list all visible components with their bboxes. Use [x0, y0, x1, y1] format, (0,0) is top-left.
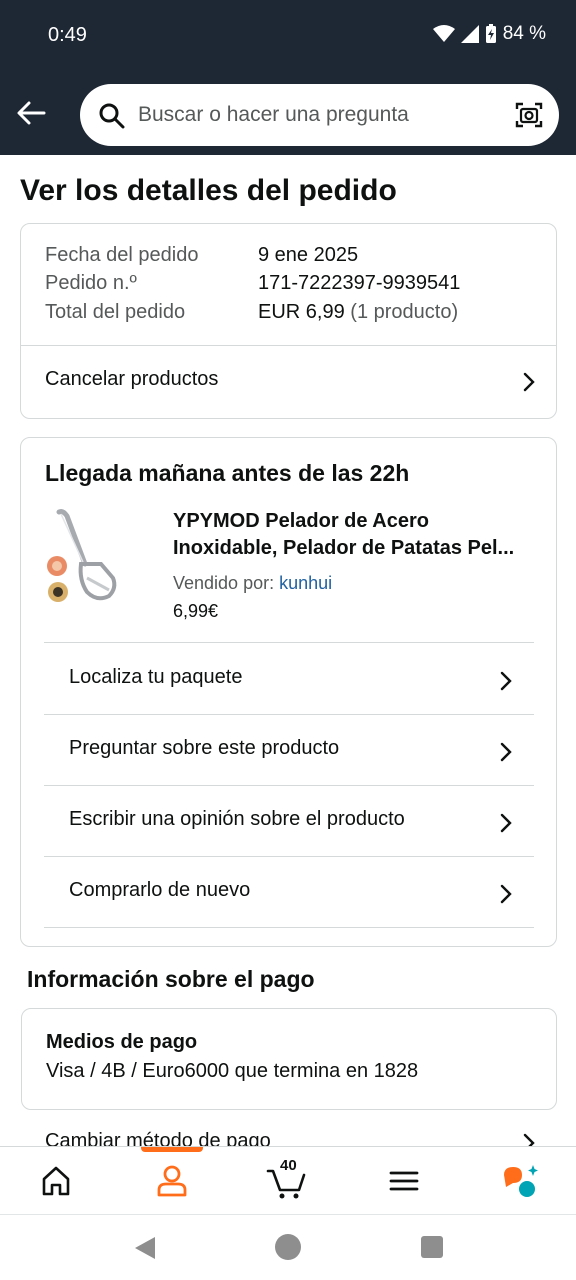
chevron-right-icon	[500, 671, 512, 691]
order-total-label: Total del pedido	[45, 301, 186, 323]
cancel-products-label: Cancelar productos	[45, 368, 219, 390]
buy-again-label: Comprarlo de nuevo	[69, 879, 251, 901]
payment-method-value: Visa / 4B / Euro6000 que termina en 1828	[46, 1060, 419, 1082]
divider	[44, 927, 534, 928]
order-total-items: (1 producto)	[350, 301, 459, 323]
product-image[interactable]	[45, 508, 137, 608]
track-package-label: Localiza tu paquete	[69, 666, 243, 688]
home-icon[interactable]	[36, 1161, 76, 1201]
menu-icon[interactable]	[384, 1161, 424, 1201]
product-title[interactable]: YPYMOD Pelador de Acero Inoxidable, Pela…	[173, 508, 538, 562]
chevron-right-icon	[500, 813, 512, 833]
delivery-heading: Llegada mañana antes de las 22h	[45, 460, 410, 486]
wifi-icon	[432, 25, 455, 42]
system-recents-icon[interactable]	[421, 1236, 443, 1258]
sold-by-label: Vendido por:	[173, 573, 275, 593]
signal-icon	[460, 25, 479, 43]
payment-method-title: Medios de pago	[46, 1031, 198, 1053]
product-title-line1: YPYMOD Pelador de Acero	[173, 510, 429, 532]
account-icon[interactable]	[152, 1161, 192, 1201]
payment-method-card: Medios de pago Visa / 4B / Euro6000 que …	[21, 1008, 557, 1110]
status-icons: 84 %	[432, 23, 546, 45]
system-home-icon[interactable]	[275, 1234, 301, 1260]
chevron-right-icon	[523, 372, 535, 392]
write-review-label: Escribir una opinión sobre el producto	[69, 808, 405, 830]
order-number-value: 171-7222397-9939541	[258, 272, 461, 294]
search-input[interactable]: Buscar o hacer una pregunta	[138, 103, 409, 127]
shipment-card: Llegada mañana antes de las 22h YPYMOD P…	[20, 437, 557, 947]
battery-level: 84 %	[502, 23, 546, 44]
product-title-line2: Inoxidable, Pelador de Patatas Pel...	[173, 537, 515, 559]
back-arrow-icon[interactable]	[14, 96, 48, 130]
order-date-label: Fecha del pedido	[45, 244, 199, 266]
order-number-label: Pedido n.º	[45, 272, 137, 294]
write-review-row[interactable]: Escribir una opinión sobre el producto	[21, 786, 556, 856]
chevron-right-icon	[500, 742, 512, 762]
status-time: 0:49	[48, 24, 87, 46]
payment-section-title: Información sobre el pago	[27, 966, 315, 992]
ask-product-label: Preguntar sobre este producto	[69, 737, 340, 759]
active-tab-indicator	[141, 1147, 203, 1152]
top-bar: 0:49 84 % Buscar o hacer una pregunta	[0, 0, 576, 155]
track-package-row[interactable]: Localiza tu paquete	[21, 643, 556, 713]
search-bar[interactable]: Buscar o hacer una pregunta	[80, 84, 559, 146]
battery-icon	[485, 24, 496, 43]
search-icon	[99, 103, 125, 129]
order-total-value: EUR 6,99 (1 producto)	[258, 301, 458, 324]
system-nav-bar	[0, 1214, 576, 1280]
cart-count: 40	[280, 1157, 297, 1174]
sold-by: Vendido por: kunhui	[173, 573, 332, 594]
system-back-icon[interactable]	[133, 1235, 157, 1261]
cancel-products-row[interactable]: Cancelar productos	[21, 346, 556, 419]
order-summary-card: Fecha del pedido 9 ene 2025 Pedido n.º 1…	[20, 223, 557, 419]
bottom-nav: 40	[0, 1146, 576, 1214]
page-title: Ver los detalles del pedido	[20, 174, 397, 207]
seller-link[interactable]: kunhui	[279, 573, 332, 593]
product-price: 6,99€	[173, 601, 219, 621]
buy-again-row[interactable]: Comprarlo de nuevo	[21, 857, 556, 927]
camera-icon[interactable]	[515, 101, 543, 129]
order-total-amount: EUR 6,99	[258, 301, 345, 323]
order-date-value: 9 ene 2025	[258, 244, 359, 266]
ask-product-row[interactable]: Preguntar sobre este producto	[21, 715, 556, 785]
chevron-right-icon	[500, 884, 512, 904]
rufus-assistant-icon[interactable]	[500, 1161, 540, 1201]
